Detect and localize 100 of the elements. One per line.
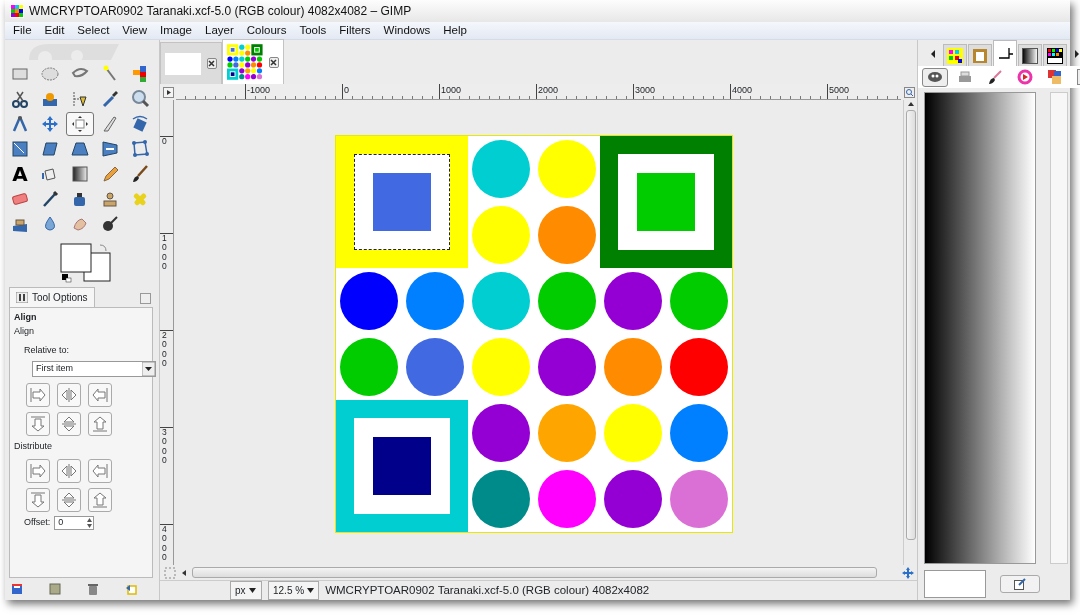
gradient-icon bbox=[1022, 47, 1038, 64]
dropdown-caret-icon bbox=[248, 588, 256, 593]
dodge-icon bbox=[100, 214, 120, 234]
align-button[interactable] bbox=[88, 411, 112, 436]
panel-button[interactable] bbox=[11, 583, 23, 595]
move-arrows-icon bbox=[40, 114, 60, 134]
menu-item[interactable]: Help bbox=[443, 21, 467, 40]
close-button[interactable] bbox=[206, 58, 217, 69]
pattern-grid-icon bbox=[947, 47, 963, 64]
align-button[interactable] bbox=[26, 411, 50, 436]
scrollbar-thumb[interactable] bbox=[192, 567, 877, 578]
align-button[interactable] bbox=[26, 382, 50, 407]
distribute-button[interactable] bbox=[26, 488, 50, 512]
spin-arrows-icon bbox=[86, 517, 94, 529]
printer-icon bbox=[957, 69, 973, 85]
distribute-button[interactable] bbox=[88, 488, 112, 512]
tool-button[interactable]: A bbox=[6, 162, 34, 186]
ruler-label: 1000 bbox=[162, 234, 168, 272]
panel-button[interactable] bbox=[49, 583, 61, 595]
align-button[interactable] bbox=[57, 411, 81, 436]
menu-item[interactable]: Colours bbox=[246, 21, 287, 40]
ruler-label: 3000 bbox=[635, 85, 656, 95]
overlapping-squares-icon bbox=[1047, 69, 1063, 85]
offset-spinbox[interactable]: 0 bbox=[54, 516, 95, 530]
image-tab[interactable] bbox=[222, 39, 284, 84]
ruler-label: 3000 bbox=[162, 428, 168, 466]
dock-tab[interactable] bbox=[943, 44, 967, 66]
options-tab[interactable]: Tool Options bbox=[9, 287, 95, 307]
menu-item[interactable]: Edit bbox=[44, 21, 65, 40]
menu-item[interactable]: Tools bbox=[299, 21, 327, 40]
align-button[interactable] bbox=[57, 382, 81, 407]
edit-button[interactable] bbox=[1000, 575, 1040, 593]
dropdown-caret-icon bbox=[307, 588, 315, 593]
mascot-icon bbox=[927, 69, 943, 85]
scrollbar-thumb[interactable] bbox=[905, 110, 916, 540]
ruler-label: 4000 bbox=[162, 525, 168, 563]
scissors-icon bbox=[10, 89, 30, 109]
menu-item[interactable]: View bbox=[122, 21, 148, 40]
restore-icon bbox=[49, 583, 61, 595]
panel-button[interactable] bbox=[125, 583, 137, 595]
shear-icon bbox=[40, 139, 60, 159]
thumbnail-blank bbox=[165, 52, 201, 75]
align-button[interactable] bbox=[88, 382, 112, 407]
distribute-button[interactable] bbox=[57, 488, 81, 512]
ruler-label: 2000 bbox=[538, 85, 559, 95]
collapse-button[interactable] bbox=[140, 293, 151, 304]
menu-item[interactable]: File bbox=[13, 21, 32, 40]
options-title: Align bbox=[14, 311, 38, 324]
pencil-icon bbox=[100, 164, 120, 184]
ruler-label: 5000 bbox=[829, 85, 850, 95]
dock-tab[interactable] bbox=[993, 40, 1017, 66]
align-top-icon bbox=[28, 413, 48, 434]
scroll-left-icon bbox=[930, 50, 936, 58]
pen-nib-icon bbox=[70, 89, 90, 109]
distribute-button[interactable] bbox=[57, 459, 81, 483]
unit-dropdown[interactable]: px bbox=[230, 581, 262, 600]
clipboard-icon bbox=[972, 47, 988, 64]
zoom-dropdown[interactable]: 12.5 % bbox=[268, 581, 320, 600]
ruler-label: 1000 bbox=[441, 85, 462, 95]
relative-dropdown[interactable]: First item bbox=[32, 360, 156, 377]
align-arrows-icon bbox=[70, 114, 90, 134]
trash-icon bbox=[87, 583, 99, 595]
ruler-label: 2000 bbox=[162, 331, 168, 369]
menu-item[interactable]: Select bbox=[77, 21, 110, 40]
dotted-square-icon bbox=[164, 566, 176, 579]
dock-tab[interactable] bbox=[1018, 44, 1042, 66]
panel-button[interactable] bbox=[87, 583, 99, 595]
distribute-button[interactable] bbox=[88, 459, 112, 483]
align-bottom-icon bbox=[90, 490, 110, 510]
compass-icon bbox=[10, 114, 30, 134]
section-label: Distribute bbox=[14, 439, 53, 453]
ruler-label: 0 bbox=[162, 137, 168, 147]
close-button[interactable] bbox=[268, 56, 279, 68]
eyedropper-icon bbox=[100, 89, 120, 109]
align-middle-icon bbox=[59, 490, 79, 510]
scroll-left-icon bbox=[180, 568, 188, 577]
image-thumbnail bbox=[227, 43, 263, 81]
ruler-label: 0 bbox=[344, 85, 349, 95]
window-title: WMCRYPTOAR0902 Taranaki.xcf-5.0 (RGB colour) 4082x4082 – GIMP bbox=[29, 3, 412, 20]
ruler-label: 4000 bbox=[732, 85, 753, 95]
dock-tab[interactable] bbox=[1043, 44, 1067, 66]
dock-tab[interactable] bbox=[922, 67, 948, 87]
flip-icon bbox=[100, 139, 120, 159]
menu-item[interactable]: Layer bbox=[205, 21, 234, 40]
menu-item[interactable]: Image bbox=[160, 21, 192, 40]
menu-item[interactable]: Windows bbox=[383, 21, 431, 40]
ellipse-icon bbox=[40, 64, 60, 84]
menu-item[interactable]: Filters bbox=[339, 21, 371, 40]
paintbrush-icon bbox=[130, 164, 150, 184]
close-icon bbox=[270, 58, 278, 66]
align-center-icon bbox=[59, 461, 79, 481]
airbrush-icon bbox=[40, 189, 60, 209]
navigation-button[interactable] bbox=[162, 86, 174, 98]
close-icon bbox=[208, 60, 216, 67]
trapezoid-icon bbox=[70, 139, 90, 159]
scale-icon bbox=[10, 139, 30, 159]
distribute-button[interactable] bbox=[26, 459, 50, 483]
color-swatches-icon bbox=[60, 243, 114, 283]
align-top-icon bbox=[28, 490, 48, 510]
preview-field bbox=[924, 570, 986, 598]
